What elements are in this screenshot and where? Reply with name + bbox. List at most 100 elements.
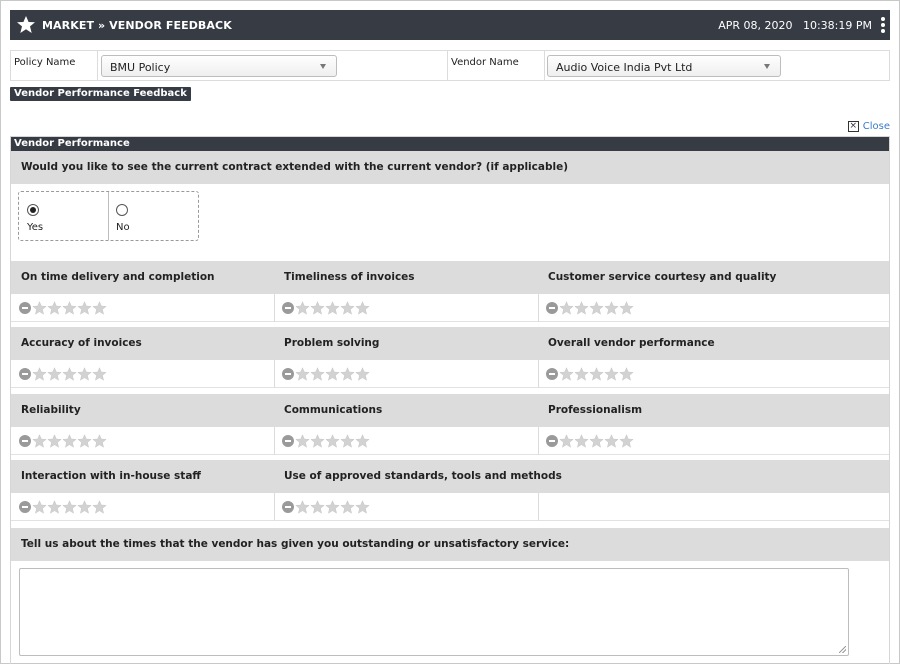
criteria-label: On time delivery and completion: [21, 271, 215, 283]
star-icon[interactable]: [47, 367, 62, 381]
star-icon[interactable]: [62, 500, 77, 514]
section-title: Vendor Performance Feedback: [10, 87, 191, 101]
clear-rating-icon[interactable]: [19, 368, 31, 380]
comment-prompt-row: Tell us about the times that the vendor …: [11, 528, 889, 561]
clear-rating-icon[interactable]: [282, 501, 294, 513]
star-icon[interactable]: [559, 434, 574, 448]
star-icon[interactable]: [574, 301, 589, 315]
radio-option-no[interactable]: No: [109, 192, 199, 240]
clear-rating-icon[interactable]: [19, 501, 31, 513]
star-rating[interactable]: [546, 301, 634, 315]
divider: [447, 51, 448, 80]
star-icon[interactable]: [295, 500, 310, 514]
star-icon[interactable]: [325, 367, 340, 381]
criteria-label: Reliability: [21, 404, 81, 416]
radio-no[interactable]: [116, 204, 128, 216]
star-icon[interactable]: [62, 434, 77, 448]
star-rating[interactable]: [19, 434, 107, 448]
star-rating[interactable]: [546, 434, 634, 448]
clear-rating-icon[interactable]: [282, 435, 294, 447]
close-button[interactable]: × Close: [847, 121, 890, 132]
policy-name-label: Policy Name: [14, 57, 76, 68]
star-icon[interactable]: [310, 301, 325, 315]
star-icon[interactable]: [32, 434, 47, 448]
star-icon[interactable]: [604, 301, 619, 315]
clear-rating-icon[interactable]: [546, 435, 558, 447]
clear-rating-icon[interactable]: [546, 368, 558, 380]
criteria-label: Overall vendor performance: [548, 337, 715, 349]
radio-option-yes[interactable]: Yes: [19, 192, 108, 240]
star-icon[interactable]: [77, 434, 92, 448]
comment-prompt: Tell us about the times that the vendor …: [21, 538, 570, 550]
kebab-menu-icon[interactable]: [881, 17, 885, 33]
star-rating[interactable]: [282, 434, 370, 448]
star-rating[interactable]: [546, 367, 634, 381]
resize-grip-icon[interactable]: [839, 646, 846, 653]
star-icon[interactable]: [559, 367, 574, 381]
star-icon[interactable]: [604, 367, 619, 381]
star-icon[interactable]: [32, 500, 47, 514]
star-icon[interactable]: [295, 434, 310, 448]
star-icon[interactable]: [47, 500, 62, 514]
star-icon[interactable]: [92, 301, 107, 315]
star-icon[interactable]: [32, 367, 47, 381]
radio-yes[interactable]: [27, 204, 39, 216]
clear-rating-icon[interactable]: [19, 435, 31, 447]
star-icon[interactable]: [355, 500, 370, 514]
divider: [274, 427, 275, 455]
star-icon[interactable]: [325, 434, 340, 448]
star-icon[interactable]: [325, 500, 340, 514]
star-icon[interactable]: [47, 434, 62, 448]
star-icon[interactable]: [589, 434, 604, 448]
star-icon[interactable]: [77, 500, 92, 514]
star-icon[interactable]: [619, 367, 634, 381]
star-icon[interactable]: [589, 301, 604, 315]
star-icon[interactable]: [340, 367, 355, 381]
star-icon[interactable]: [310, 500, 325, 514]
panel-title: Vendor Performance: [11, 137, 889, 151]
star-icon[interactable]: [619, 301, 634, 315]
star-icon[interactable]: [310, 434, 325, 448]
star-icon[interactable]: [340, 500, 355, 514]
star-icon[interactable]: [47, 301, 62, 315]
star-icon[interactable]: [92, 434, 107, 448]
star-rating[interactable]: [19, 367, 107, 381]
star-icon[interactable]: [77, 301, 92, 315]
clear-rating-icon[interactable]: [282, 302, 294, 314]
question-row: Would you like to see the current contra…: [11, 151, 889, 184]
star-rating[interactable]: [282, 301, 370, 315]
star-icon[interactable]: [355, 301, 370, 315]
star-icon[interactable]: [92, 500, 107, 514]
star-icon[interactable]: [589, 367, 604, 381]
star-icon[interactable]: [92, 367, 107, 381]
star-icon[interactable]: [604, 434, 619, 448]
star-icon[interactable]: [32, 301, 47, 315]
datetime: APR 08, 2020 10:38:19 PM: [718, 19, 872, 32]
star-icon[interactable]: [574, 434, 589, 448]
star-icon[interactable]: [340, 434, 355, 448]
star-icon[interactable]: [310, 367, 325, 381]
star-icon[interactable]: [355, 367, 370, 381]
star-icon[interactable]: [574, 367, 589, 381]
star-icon[interactable]: [62, 301, 77, 315]
clear-rating-icon[interactable]: [19, 302, 31, 314]
policy-select[interactable]: BMU Policy: [101, 55, 337, 77]
star-icon[interactable]: [325, 301, 340, 315]
clear-rating-icon[interactable]: [282, 368, 294, 380]
star-rating[interactable]: [282, 500, 370, 514]
star-icon[interactable]: [77, 367, 92, 381]
comment-textarea[interactable]: [19, 568, 849, 656]
star-rating[interactable]: [19, 301, 107, 315]
star-icon[interactable]: [62, 367, 77, 381]
star-icon[interactable]: [295, 301, 310, 315]
star-icon[interactable]: [619, 434, 634, 448]
star-icon[interactable]: [340, 301, 355, 315]
star-rating[interactable]: [282, 367, 370, 381]
star-icon[interactable]: [559, 301, 574, 315]
clear-rating-icon[interactable]: [546, 302, 558, 314]
star-icon[interactable]: [16, 15, 36, 35]
star-icon[interactable]: [355, 434, 370, 448]
vendor-select[interactable]: Audio Voice India Pvt Ltd: [547, 55, 781, 77]
star-icon[interactable]: [295, 367, 310, 381]
star-rating[interactable]: [19, 500, 107, 514]
